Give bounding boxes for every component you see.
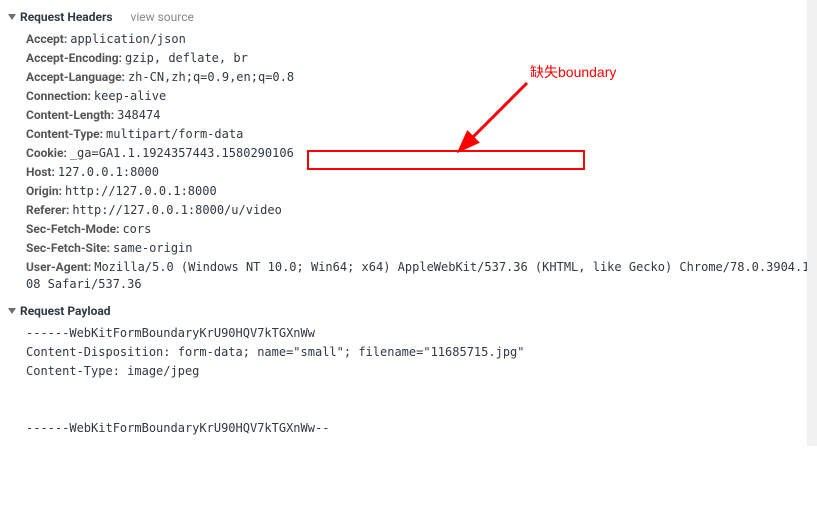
- payload-line: Content-Disposition: form-data; name="sm…: [26, 343, 811, 362]
- header-value: application/json: [70, 32, 186, 46]
- request-headers-title: Request Headers: [20, 10, 113, 24]
- header-value: gzip, deflate, br: [125, 51, 248, 65]
- header-row: Referer: http://127.0.0.1:8000/u/video: [26, 201, 811, 220]
- header-row: Host: 127.0.0.1:8000: [26, 163, 811, 182]
- header-name: Accept-Encoding:: [26, 51, 125, 65]
- header-name: Connection:: [26, 89, 94, 103]
- header-value: _ga=GA1.1.1924357443.1580290106: [70, 146, 294, 160]
- collapse-triangle-icon: [8, 308, 16, 314]
- header-row: Content-Type: multipart/form-data: [26, 125, 811, 144]
- request-headers-list: Accept: application/jsonAccept-Encoding:…: [6, 26, 811, 298]
- header-value: 348474: [117, 108, 160, 122]
- header-name: Content-Type:: [26, 127, 106, 141]
- header-name: Content-Length:: [26, 108, 117, 122]
- header-name: Sec-Fetch-Mode:: [26, 222, 122, 236]
- header-name: Accept-Language:: [26, 70, 128, 84]
- header-row: Sec-Fetch-Site: same-origin: [26, 239, 811, 258]
- header-value: 127.0.0.1:8000: [58, 165, 159, 179]
- scrollbar-track[interactable]: [807, 0, 817, 446]
- payload-line: Content-Type: image/jpeg: [26, 362, 811, 381]
- header-value: http://127.0.0.1:8000/u/video: [72, 203, 282, 217]
- request-payload-section-header[interactable]: Request Payload: [6, 302, 811, 320]
- header-name: User-Agent:: [26, 260, 94, 274]
- request-payload-title: Request Payload: [20, 304, 111, 318]
- header-row: Connection: keep-alive: [26, 87, 811, 106]
- header-value: cors: [122, 222, 151, 236]
- payload-line: [26, 400, 811, 419]
- header-row: Content-Length: 348474: [26, 106, 811, 125]
- header-name: Sec-Fetch-Site:: [26, 241, 113, 255]
- collapse-triangle-icon: [8, 14, 16, 20]
- payload-line: ------WebKitFormBoundaryKrU90HQV7kTGXnWw…: [26, 419, 811, 438]
- header-value: same-origin: [113, 241, 192, 255]
- request-headers-section-header[interactable]: Request Headers view source: [6, 8, 811, 26]
- header-name: Origin:: [26, 184, 65, 198]
- header-value: zh-CN,zh;q=0.9,en;q=0.8: [128, 70, 294, 84]
- header-name: Referer:: [26, 203, 72, 217]
- header-row: Cookie: _ga=GA1.1.1924357443.1580290106: [26, 144, 811, 163]
- header-value: multipart/form-data: [106, 127, 243, 141]
- header-row: Sec-Fetch-Mode: cors: [26, 220, 811, 239]
- request-payload-body: ------WebKitFormBoundaryKrU90HQV7kTGXnWw…: [6, 320, 811, 442]
- header-value: http://127.0.0.1:8000: [65, 184, 217, 198]
- header-name: Host:: [26, 165, 58, 179]
- header-row: Accept-Language: zh-CN,zh;q=0.9,en;q=0.8: [26, 68, 811, 87]
- header-name: Cookie:: [26, 146, 70, 160]
- header-row: Origin: http://127.0.0.1:8000: [26, 182, 811, 201]
- payload-line: [26, 381, 811, 400]
- payload-line: ------WebKitFormBoundaryKrU90HQV7kTGXnWw: [26, 324, 811, 343]
- header-name: Accept:: [26, 32, 70, 46]
- header-row: Accept-Encoding: gzip, deflate, br: [26, 49, 811, 68]
- header-value: Mozilla/5.0 (Windows NT 10.0; Win64; x64…: [26, 260, 809, 291]
- view-source-link[interactable]: view source: [131, 10, 194, 24]
- header-row: Accept: application/json: [26, 30, 811, 49]
- header-value: keep-alive: [94, 89, 166, 103]
- header-row: User-Agent: Mozilla/5.0 (Windows NT 10.0…: [26, 258, 811, 294]
